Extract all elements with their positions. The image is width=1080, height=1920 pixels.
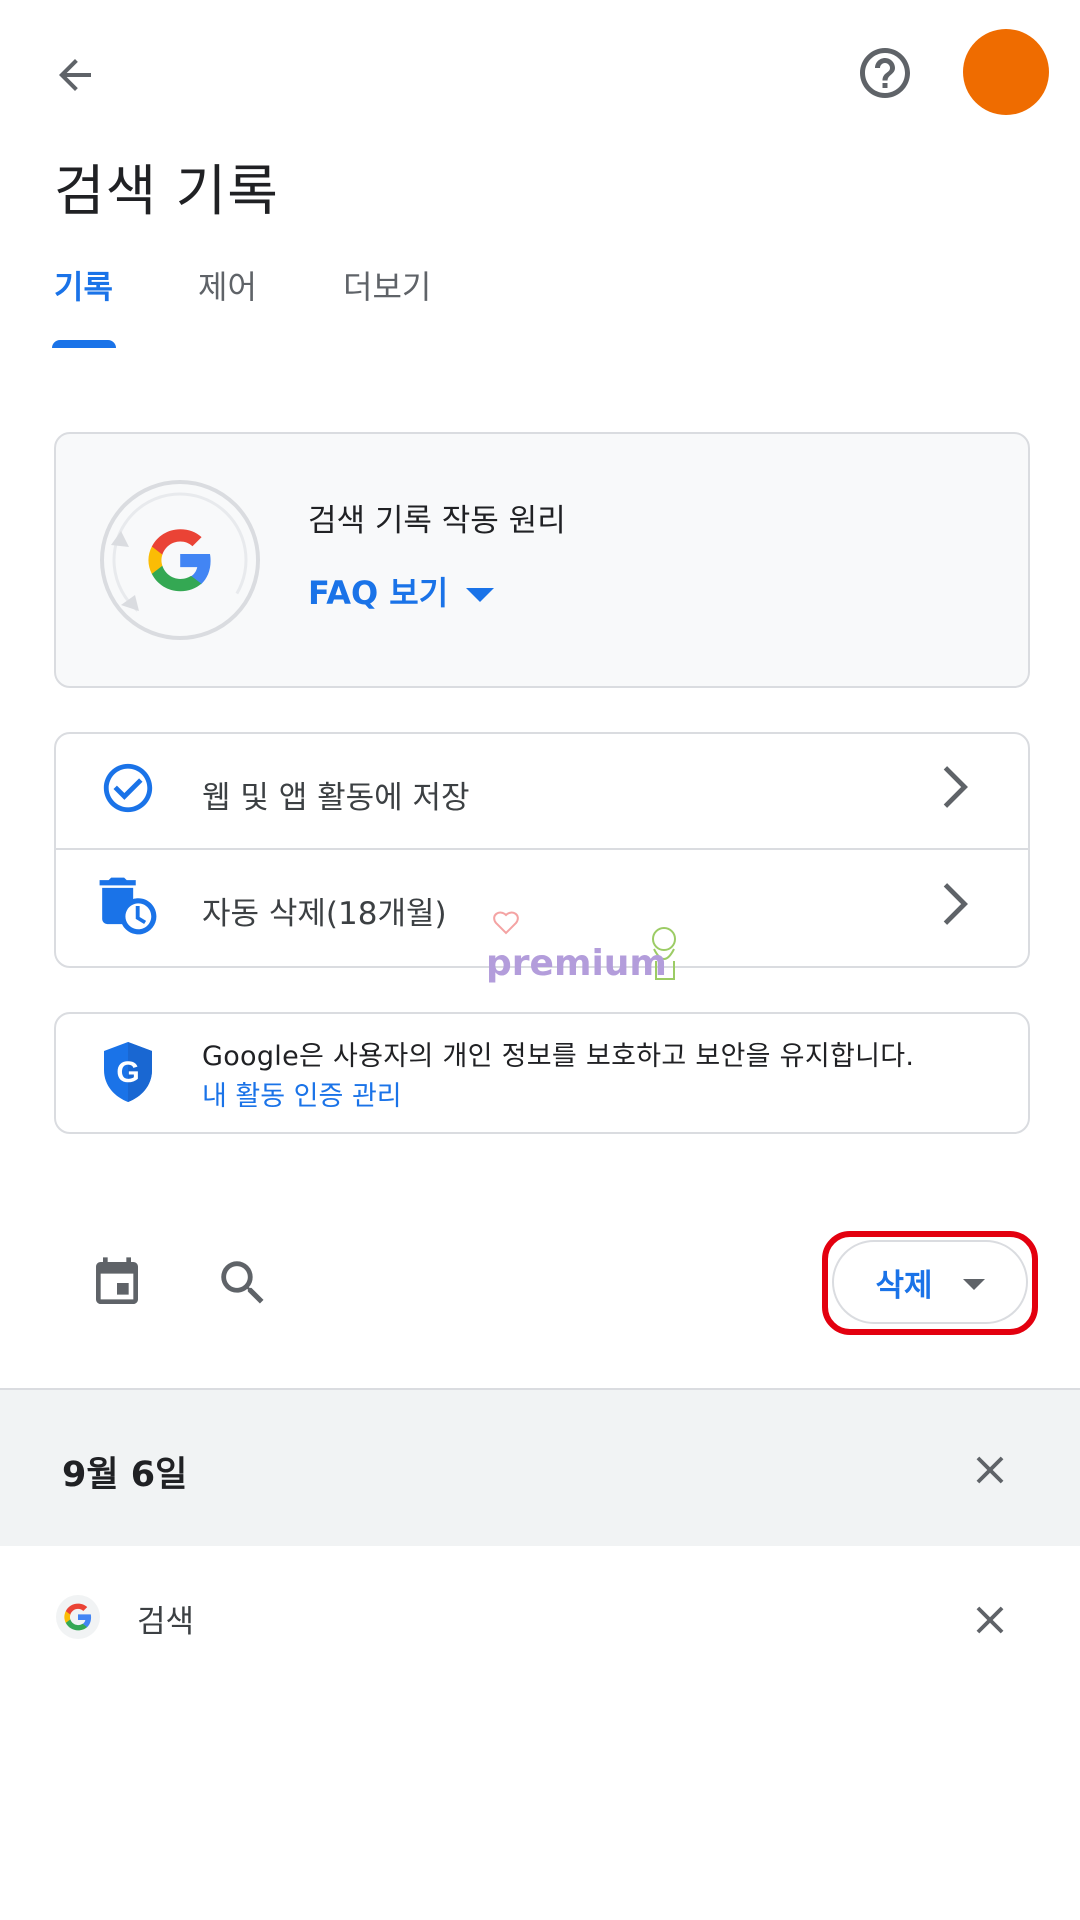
google-g-icon: [56, 1595, 100, 1639]
account-avatar[interactable]: [963, 29, 1049, 115]
delete-item-button[interactable]: [960, 1590, 1020, 1650]
chevron-right-icon[interactable]: [935, 879, 975, 929]
tab-controls[interactable]: 제어: [198, 262, 257, 308]
tab-indicator: [52, 340, 116, 348]
setting-auto-delete[interactable]: 자동 삭제(18개월): [202, 888, 447, 933]
calendar-icon: [96, 1257, 138, 1304]
page-title: 검색 기록: [54, 159, 279, 223]
calendar-button[interactable]: [86, 1250, 148, 1316]
close-icon: [976, 1606, 1004, 1634]
help-button[interactable]: [850, 38, 920, 108]
delete-day-button[interactable]: [960, 1440, 1020, 1500]
highlight-outline: [822, 1231, 1038, 1335]
watermark: premium: [486, 905, 706, 995]
close-icon: [976, 1456, 1004, 1484]
auto-delete-icon: [96, 874, 160, 938]
divider: [56, 848, 1028, 850]
caret-down-icon: [466, 588, 495, 602]
tab-more[interactable]: 더보기: [343, 262, 431, 308]
check-circle-icon: [96, 756, 160, 820]
date-label: 9월 6일: [62, 1455, 188, 1495]
security-text: Google은 사용자의 개인 정보를 보호하고 보안을 유지합니다.: [202, 1041, 915, 1072]
chevron-right-icon[interactable]: [935, 762, 975, 812]
back-button[interactable]: [40, 40, 110, 110]
history-item-label[interactable]: 검색: [137, 1596, 194, 1641]
setting-web-app-activity[interactable]: 웹 및 앱 활동에 저장: [202, 772, 470, 817]
watermark-text: premium: [486, 943, 667, 984]
faq-link[interactable]: FAQ 보기: [308, 568, 495, 614]
faq-link-label: FAQ 보기: [308, 574, 449, 612]
tab-history[interactable]: 기록: [54, 262, 113, 308]
security-card: [54, 1012, 1030, 1134]
arrow-back-icon: [59, 59, 91, 91]
security-link[interactable]: 내 활동 인증 관리: [202, 1074, 402, 1113]
search-icon: [221, 1261, 264, 1304]
search-button[interactable]: [210, 1250, 276, 1316]
faq-title: 검색 기록 작동 원리: [308, 503, 566, 539]
google-history-logo: [95, 475, 265, 645]
shield-icon: G: [100, 1040, 156, 1104]
svg-text:G: G: [116, 1056, 139, 1089]
help-circle-icon: [860, 48, 910, 98]
